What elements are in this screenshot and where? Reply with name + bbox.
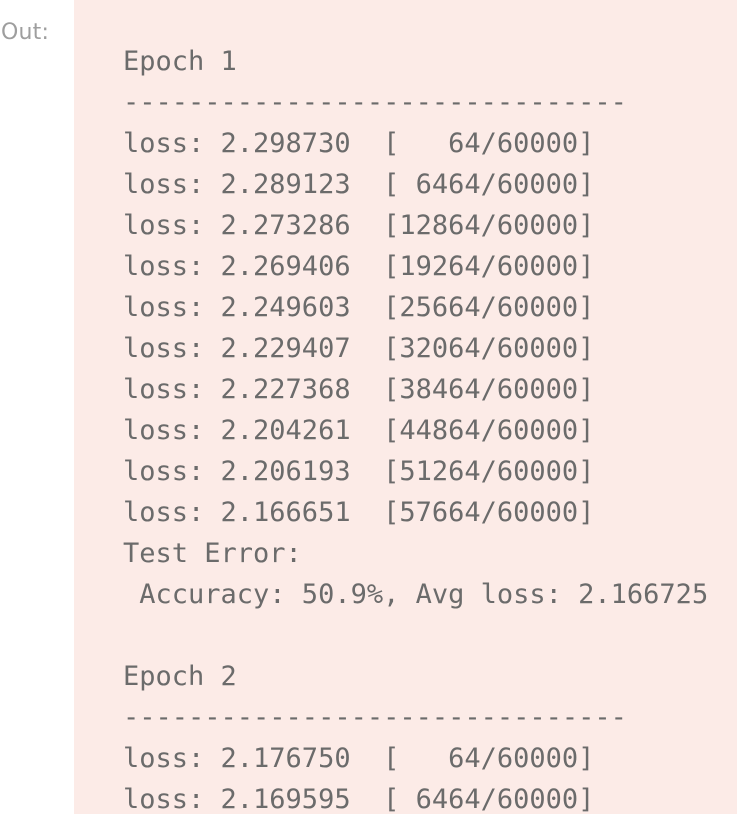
output-line: loss: 2.249603 [25664/60000] <box>123 292 595 323</box>
output-line: Epoch 1 <box>123 46 237 77</box>
output-line: loss: 2.204261 [44864/60000] <box>123 415 595 446</box>
output-line: Accuracy: 50.9%, Avg loss: 2.166725 <box>123 579 725 610</box>
output-line: ------------------------------- <box>123 87 627 118</box>
notebook-output-cell: Out: Epoch 1 ----------------------------… <box>0 0 737 814</box>
output-line: loss: 2.206193 [51264/60000] <box>123 456 595 487</box>
output-line: loss: 2.166651 [57664/60000] <box>123 497 595 528</box>
output-line: loss: 2.176750 [ 64/60000] <box>123 743 595 774</box>
output-area[interactable]: Epoch 1 ------------------------------- lo… <box>74 0 737 814</box>
output-line: loss: 2.273286 [12864/60000] <box>123 210 595 241</box>
output-line: Test Error: <box>123 538 319 569</box>
output-line: loss: 2.169595 [ 6464/60000] <box>123 784 595 814</box>
output-line: loss: 2.298730 [ 64/60000] <box>123 128 595 159</box>
output-line: loss: 2.269406 [19264/60000] <box>123 251 595 282</box>
output-line: ------------------------------- <box>123 702 627 733</box>
output-line: Epoch 2 <box>123 661 237 692</box>
console-output: Epoch 1 ------------------------------- lo… <box>123 41 724 814</box>
output-line: loss: 2.229407 [32064/60000] <box>123 333 595 364</box>
output-prompt-label: Out: <box>1 20 50 45</box>
output-line: loss: 2.289123 [ 6464/60000] <box>123 169 595 200</box>
output-line: loss: 2.227368 [38464/60000] <box>123 374 595 405</box>
